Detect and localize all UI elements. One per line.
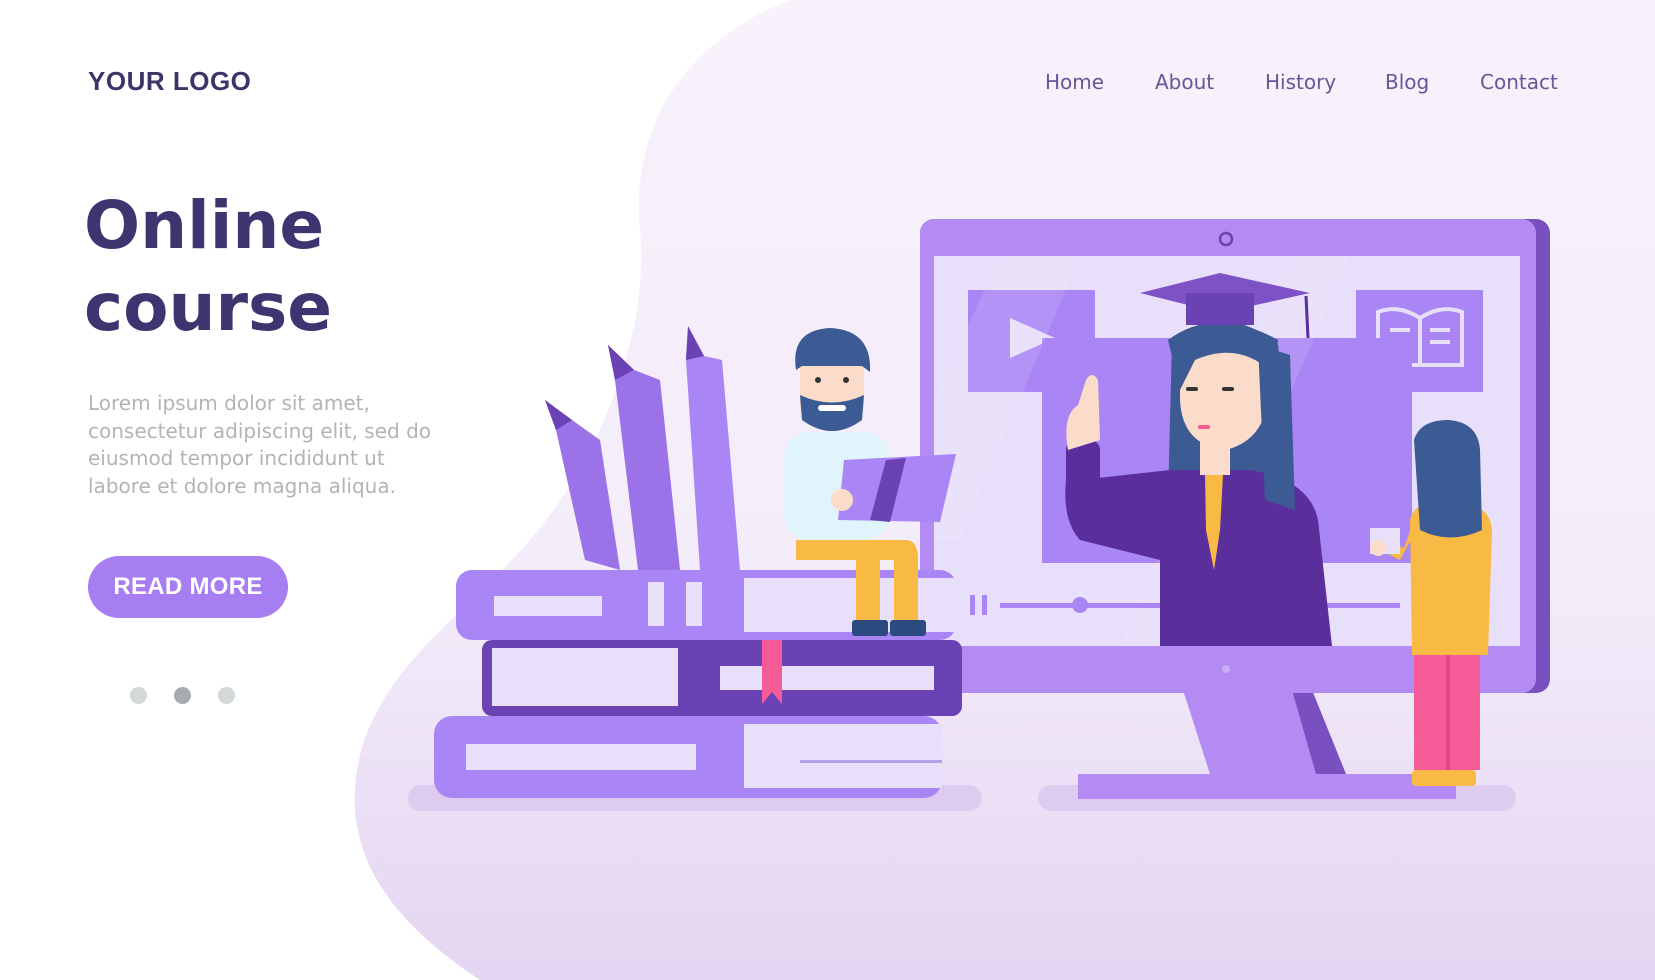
power-led — [1222, 665, 1230, 673]
nav-contact[interactable]: Contact — [1480, 70, 1558, 94]
hero-title-line2: course — [84, 269, 333, 346]
pencil-left — [545, 400, 620, 570]
books-stack — [434, 570, 962, 798]
man-shoe-right — [890, 620, 926, 636]
man-hand — [831, 489, 853, 511]
pause-icon-bar2 — [982, 595, 987, 615]
carousel-dot-3[interactable] — [218, 687, 235, 704]
graduation-cap-base — [1186, 293, 1254, 325]
teacher-mouth — [1198, 425, 1210, 429]
graduation-cap-tassel — [1304, 295, 1310, 339]
pause-icon-bar1 — [970, 595, 975, 615]
woman-shoes — [1412, 770, 1476, 786]
monitor-base — [1078, 774, 1456, 799]
read-more-button[interactable]: READ MORE — [88, 556, 288, 618]
nav-about[interactable]: About — [1155, 70, 1214, 94]
logo[interactable]: YOUR LOGO — [88, 66, 251, 97]
man-shoe-left — [852, 620, 888, 636]
teacher-eye-left — [1186, 387, 1198, 391]
man-hair — [795, 328, 871, 372]
hero-title: Online course — [84, 185, 332, 349]
main-nav: Home About History Blog Contact — [1000, 70, 1570, 100]
nav-history[interactable]: History — [1265, 70, 1336, 94]
woman-hair — [1414, 420, 1482, 538]
pencils — [545, 326, 740, 570]
pencil-middle — [608, 345, 680, 570]
video-progress-knob — [1072, 597, 1088, 613]
nav-home[interactable]: Home — [1045, 70, 1104, 94]
man-eye-left — [815, 377, 821, 383]
carousel-dot-2-active[interactable] — [174, 687, 191, 704]
man-eye-right — [843, 377, 849, 383]
nav-blog[interactable]: Blog — [1385, 70, 1429, 94]
woman-hand — [1370, 540, 1386, 556]
carousel-indicators — [130, 687, 240, 707]
hero-title-line1: Online — [84, 187, 325, 264]
hero-description: Lorem ipsum dolor sit amet, consectetur … — [88, 391, 432, 498]
teacher-eye-right — [1222, 387, 1234, 391]
carousel-dot-1[interactable] — [130, 687, 147, 704]
pencil-right — [686, 326, 740, 570]
